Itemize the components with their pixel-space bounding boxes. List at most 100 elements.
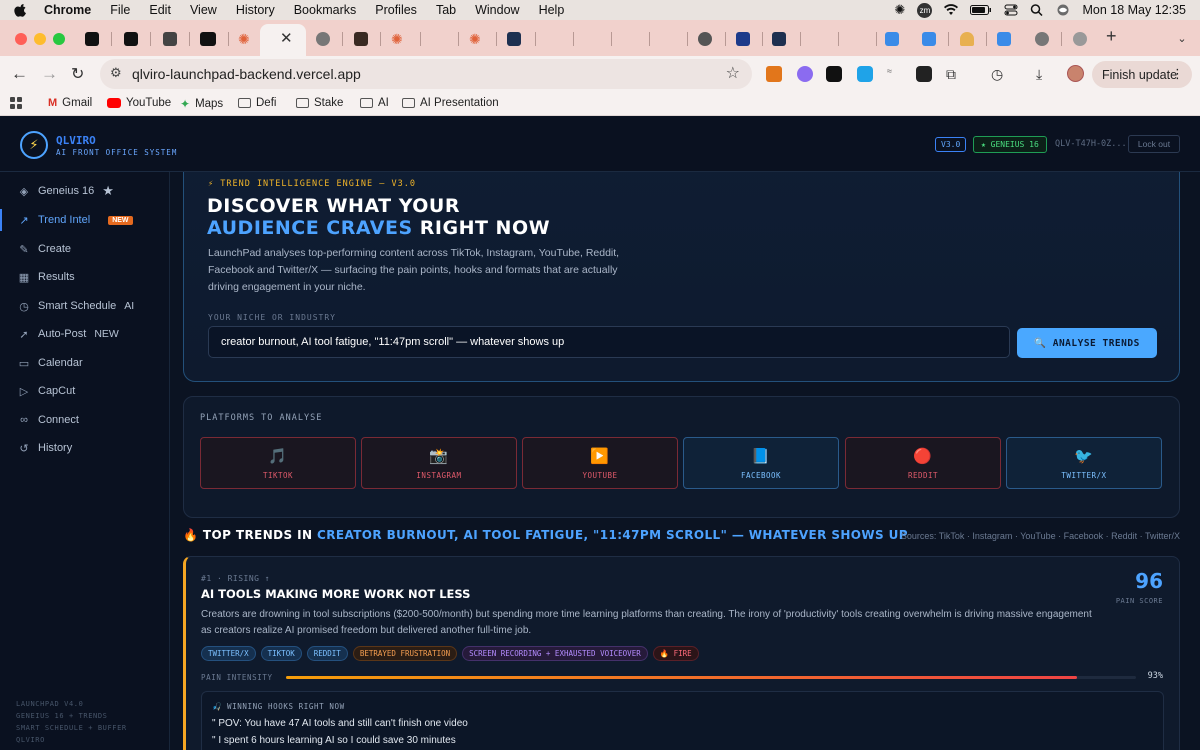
maximize-window-button[interactable] [53, 33, 65, 45]
active-tab[interactable]: ✕ [260, 24, 306, 56]
tab-favicon-11[interactable] [507, 32, 521, 46]
download-icon[interactable]: ⤓ [1036, 66, 1052, 82]
bookmark-gmail[interactable]: M Gmail [48, 97, 92, 109]
more-menu-icon[interactable]: ⋮ [1171, 66, 1184, 82]
back-arrow-icon[interactable]: ← [11, 64, 28, 84]
analyse-trends-button[interactable]: 🔍 ANALYSE TRENDS [1017, 328, 1157, 358]
tab-favicon-10[interactable]: ✺ [469, 32, 483, 46]
menu-app-name[interactable]: Chrome [44, 3, 91, 17]
sidebar-item-calendar[interactable]: ▭ Calendar [0, 350, 170, 376]
menu-tab[interactable]: Tab [436, 3, 456, 17]
tab-favicon-17[interactable] [960, 32, 974, 46]
minimize-window-button[interactable] [34, 33, 46, 45]
menubar-clock[interactable]: Mon 18 May 12:35 [1082, 3, 1186, 17]
menu-window[interactable]: Window [475, 3, 519, 17]
menu-file[interactable]: File [110, 3, 130, 17]
address-bar[interactable]: ⚙ qlviro-launchpad-backend.vercel.app ☆ [100, 59, 752, 89]
platform-toggle-instagram[interactable]: 📸 INSTAGRAM [361, 437, 517, 489]
platform-toggle-twitter-x[interactable]: 🐦 TWITTER/X [1006, 437, 1162, 489]
apple-icon[interactable] [14, 3, 28, 17]
menu-bookmarks[interactable]: Bookmarks [294, 3, 357, 17]
platform-toggle-reddit[interactable]: 🔴 REDDIT [845, 437, 1001, 489]
menu-help[interactable]: Help [539, 3, 565, 17]
sidebar-item-results[interactable]: ▦ Results [0, 264, 170, 290]
metamask-extension-icon[interactable] [766, 66, 782, 82]
tab-favicon-12[interactable] [698, 32, 712, 46]
hook-item[interactable]: " I spent 6 hours learning AI so I could… [212, 735, 456, 746]
sidebar-footer-line: SMART SCHEDULE + BUFFER [16, 724, 127, 732]
menu-edit[interactable]: Edit [149, 3, 171, 17]
control-center-icon[interactable] [1004, 4, 1018, 16]
wifi-icon[interactable] [944, 4, 959, 16]
rocket-icon: ➚ [19, 328, 29, 341]
tab-favicon-16[interactable] [922, 32, 936, 46]
trend-card[interactable]: #1 · RISING ↑ AI TOOLS MAKING MORE WORK … [183, 556, 1180, 750]
tab-favicon-5[interactable]: ✺ [238, 32, 252, 46]
apps-grid-icon[interactable] [10, 97, 22, 109]
bookmark-youtube[interactable]: YouTube [107, 97, 171, 109]
platform-toggle-tiktok[interactable]: 🎵 TIKTOK [200, 437, 356, 489]
finish-update-button[interactable]: Finish update ⋮ [1092, 61, 1192, 88]
zoom-icon[interactable]: zm [917, 2, 933, 18]
bookmark-defi[interactable]: Defi [238, 97, 276, 109]
menu-view[interactable]: View [190, 3, 217, 17]
hero-title-line1: DISCOVER WHAT YOUR [207, 195, 460, 217]
search-icon[interactable] [1030, 4, 1044, 16]
siri-icon[interactable] [1056, 4, 1070, 16]
tab-favicon-3[interactable] [163, 32, 177, 46]
puzzle-extensions-icon[interactable]: ⧉ [946, 66, 962, 82]
tab-favicon-2[interactable] [124, 32, 138, 46]
sidebar-item-auto-post[interactable]: ➚ Auto-Post NEW [0, 321, 170, 347]
battery-icon[interactable] [970, 4, 992, 16]
sidebar-item-smart-schedule[interactable]: ◷ Smart Schedule AI [0, 293, 170, 319]
menu-history[interactable]: History [236, 3, 275, 17]
profile-avatar[interactable] [1067, 65, 1084, 82]
sidebar-item-connect[interactable]: ∞ Connect [0, 407, 170, 433]
sidebar-item-trend-intel[interactable]: ↗ Trend Intel NEW [0, 207, 170, 233]
bookmark-stake[interactable]: Stake [296, 97, 343, 109]
bookmark-ai-presentation[interactable]: AI Presentation [402, 97, 499, 109]
lock-out-button[interactable]: Lock out [1128, 135, 1180, 153]
extension-icon-6[interactable] [916, 66, 932, 82]
extension-icon-4[interactable] [857, 66, 873, 82]
sidebar-item-history[interactable]: ↺ History [0, 435, 170, 461]
tab-favicon-9[interactable]: ✺ [391, 32, 405, 46]
forward-arrow-icon[interactable]: → [41, 64, 58, 84]
tab-favicon-7[interactable] [316, 32, 330, 46]
bookmark-ai[interactable]: AI [360, 97, 389, 109]
sidebar-item-create[interactable]: ✎ Create [0, 236, 170, 262]
platform-toggle-youtube[interactable]: ▶️ YOUTUBE [522, 437, 678, 489]
url-text[interactable]: qlviro-launchpad-backend.vercel.app [132, 66, 361, 82]
camera-icon: 📸 [429, 446, 449, 465]
platform-toggle-facebook[interactable]: 📘 FACEBOOK [683, 437, 839, 489]
niche-input[interactable]: creator burnout, AI tool fatigue, "11:47… [208, 326, 1010, 358]
bookmark-maps[interactable]: ✦ Maps [180, 97, 223, 111]
extension-icon-3[interactable] [826, 66, 842, 82]
tab-favicon-1[interactable] [85, 32, 99, 46]
tab-favicon-8[interactable] [354, 32, 368, 46]
tab-favicon-13[interactable] [736, 32, 750, 46]
tab-separator [496, 32, 497, 46]
reload-icon[interactable]: ↻ [71, 64, 84, 84]
close-tab-icon[interactable]: ✕ [280, 29, 293, 47]
extension-icon-2[interactable] [797, 66, 813, 82]
tab-search-chevron-icon[interactable]: ⌄ [1172, 29, 1192, 47]
hook-item[interactable]: " POV: You have 47 AI tools and still ca… [212, 718, 468, 729]
tab-favicon-20[interactable] [1073, 32, 1087, 46]
extension-icon-5[interactable]: ≈ [887, 66, 903, 82]
new-tab-icon[interactable]: + [1106, 26, 1117, 47]
menu-profiles[interactable]: Profiles [375, 3, 417, 17]
sidebar-item-capcut[interactable]: ▷ CapCut [0, 378, 170, 404]
sun-icon[interactable]: ✺ [895, 2, 906, 18]
sidebar-item-geneius-16[interactable]: ◈ Geneius 16 ★ [0, 178, 170, 204]
folder-icon [360, 98, 373, 108]
history-clock-icon[interactable]: ◷ [991, 66, 1007, 82]
tab-favicon-14[interactable] [772, 32, 786, 46]
tab-favicon-18[interactable] [997, 32, 1011, 46]
bookmark-star-icon[interactable]: ☆ [726, 63, 740, 83]
tab-favicon-15[interactable] [885, 32, 899, 46]
close-window-button[interactable] [15, 33, 27, 45]
site-info-icon[interactable]: ⚙ [110, 65, 122, 81]
tab-favicon-19[interactable] [1035, 32, 1049, 46]
tab-favicon-4[interactable] [200, 32, 216, 46]
